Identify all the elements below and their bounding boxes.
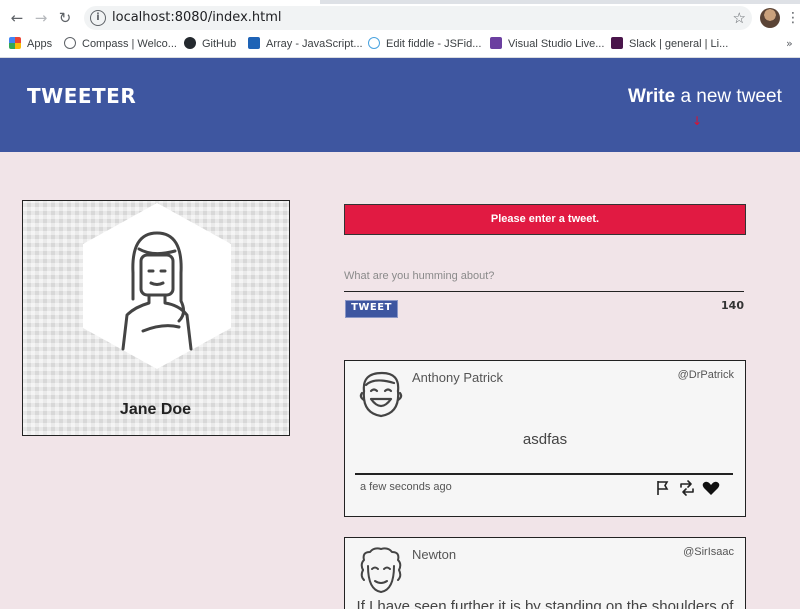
heart-icon[interactable] — [702, 481, 720, 495]
tweet-card: Newton @SirIsaac If I have seen further … — [344, 537, 746, 609]
profile-card: Jane Doe — [22, 200, 290, 436]
tweet-body: asdfas — [522, 431, 568, 448]
browser-toolbar: ← → ↻ i localhost:8080/index.html ☆ ⋮ — [0, 4, 800, 32]
bookmark-vs-live[interactable]: Visual Studio Live... — [490, 35, 604, 53]
cloud-icon — [368, 37, 380, 49]
tweet-author-name[interactable]: Newton — [412, 547, 456, 562]
back-arrow-icon[interactable]: ← — [6, 7, 28, 29]
bookmark-slack[interactable]: Slack | general | Li... — [611, 35, 728, 53]
compass-icon — [64, 37, 76, 49]
tweet-author-name[interactable]: Anthony Patrick — [412, 370, 503, 385]
browser-chrome: ← → ↻ i localhost:8080/index.html ☆ ⋮ Ap… — [0, 0, 800, 58]
error-message: Please enter a tweet. — [344, 204, 746, 235]
tweet-divider — [355, 473, 733, 475]
tweet-body: If I have seen further it is by standing… — [356, 598, 734, 609]
address-url[interactable]: localhost:8080/index.html — [112, 9, 282, 27]
info-icon[interactable]: i — [90, 10, 106, 26]
write-rest-text: a new tweet — [675, 86, 782, 107]
arrow-down-icon[interactable]: ↓ — [692, 114, 702, 128]
retweet-icon[interactable] — [680, 480, 694, 496]
tweet-submit-button[interactable]: TWEET — [345, 300, 398, 318]
flag-icon[interactable] — [657, 481, 669, 495]
bookmark-star-icon[interactable]: ☆ — [733, 7, 746, 29]
apps-grid-icon — [9, 37, 21, 49]
tweet-input[interactable] — [344, 260, 744, 292]
tweet-author-handle[interactable]: @SirIsaac — [683, 546, 734, 558]
bookmark-compass[interactable]: Compass | Welco... — [64, 35, 177, 53]
forward-arrow-icon[interactable]: → — [30, 7, 52, 29]
bookmark-github[interactable]: GitHub — [184, 35, 236, 53]
slack-icon — [611, 37, 623, 49]
tweet-card: Anthony Patrick @DrPatrick asdfas a few … — [344, 360, 746, 517]
reload-icon[interactable]: ↻ — [54, 7, 76, 29]
profile-avatar[interactable] — [760, 8, 780, 28]
address-bar[interactable]: i localhost:8080/index.html ☆ — [84, 6, 752, 30]
menu-kebab-icon[interactable]: ⋮ — [786, 8, 800, 28]
tweet-author-handle[interactable]: @DrPatrick — [678, 369, 734, 381]
bookmark-jsfiddle[interactable]: Edit fiddle - JSFid... — [368, 35, 481, 53]
character-counter: 140 — [721, 299, 744, 312]
github-icon — [184, 37, 196, 49]
site-logo[interactable]: TWEETER — [27, 84, 136, 108]
site-header: TWEETER Write a new tweet ↓ — [0, 58, 800, 152]
profile-avatar-hexagon — [83, 203, 231, 369]
bookmark-apps[interactable]: Apps — [9, 35, 52, 53]
vs-live-icon — [490, 37, 502, 49]
bookmarks-overflow-icon[interactable]: » — [786, 35, 793, 53]
laughing-man-avatar-icon — [359, 371, 403, 418]
tweet-actions — [657, 480, 720, 496]
bookmark-array-javascript[interactable]: Array - JavaScript... — [248, 35, 363, 53]
tweet-timestamp: a few seconds ago — [360, 481, 452, 493]
newton-avatar-icon — [360, 547, 402, 593]
profile-name: Jane Doe — [119, 401, 192, 418]
mdn-icon — [248, 37, 260, 49]
bookmarks-bar: Apps Compass | Welco... GitHub Array - J… — [0, 32, 800, 56]
write-bold-text: Write — [628, 86, 676, 107]
write-new-tweet-link[interactable]: Write a new tweet — [628, 86, 782, 108]
